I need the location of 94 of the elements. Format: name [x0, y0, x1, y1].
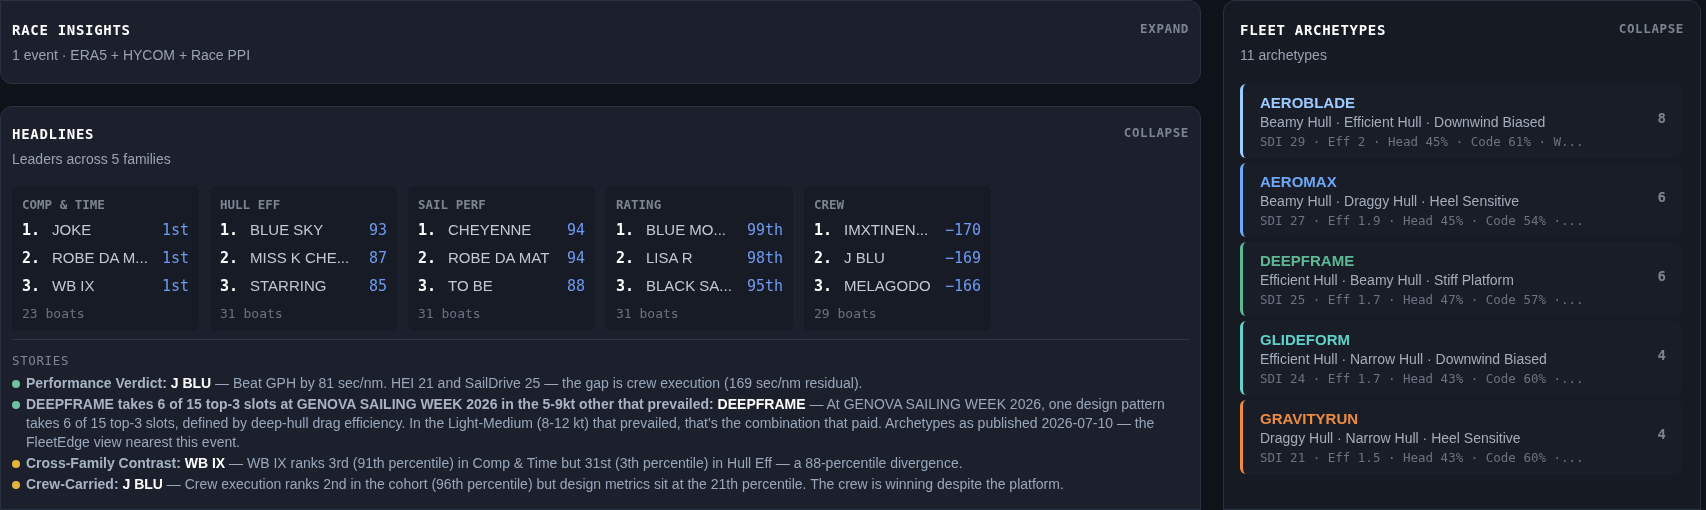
boat-count: 31 boats [418, 304, 482, 323]
archetype-metrics: SDI 27 · Eff 1.9 · Head 45% · Code 54% ·... [1260, 212, 1585, 230]
archetype-name: DEEPFRAME [1260, 251, 1356, 271]
rank-number: 1. [22, 220, 42, 241]
boat-name: WB IX [52, 276, 96, 296]
archetype-metrics: SDI 24 · Eff 1.7 · Head 43% · Code 60% ·... [1260, 370, 1585, 388]
rank-number: 1. [814, 220, 834, 241]
archetype-metrics: SDI 25 · Eff 1.7 · Head 47% · Code 57% ·... [1260, 291, 1585, 309]
archetype-count: 6 [1657, 267, 1666, 286]
leader-value: 1st [161, 276, 189, 297]
archetype-traits: Efficient Hull · Narrow Hull · Downwind Biased [1260, 350, 1548, 369]
archetype-metrics: SDI 29 · Eff 2 · Head 45% · Code 61% · W... [1260, 133, 1585, 151]
boat-name: CHEYENNE [448, 220, 533, 240]
section-subtitle: 1 event · ERA5 + HYCOM + Race PPI [12, 46, 251, 65]
toggle-button[interactable]: COLLAPSE [1618, 20, 1684, 39]
leader-value: 94 [566, 248, 585, 269]
leader-value: 1st [161, 248, 189, 269]
boat-count: 31 boats [616, 304, 680, 323]
family-title: HULL EFF [220, 196, 282, 214]
section-subtitle: 11 archetypes [1240, 46, 1328, 65]
rank-number: 2. [418, 248, 438, 269]
rank-number: 3. [22, 276, 42, 297]
boat-count: 31 boats [220, 304, 284, 323]
boat-name: STARRING [250, 276, 328, 296]
leader-value: 98th [746, 248, 783, 269]
boat-name: MISS K CHE... [250, 248, 351, 268]
archetype-name: AEROBLADE [1260, 93, 1356, 113]
boat-name: BLACK SA... [646, 276, 733, 296]
family-title: SAIL PERF [418, 196, 487, 214]
archetype-card[interactable]: GRAVITYRUN Draggy Hull · Narrow Hull · Heel Sensitive SDI 21 · Eff 1.5 · Head 43% · Code 60% ·... 4 [1240, 400, 1682, 474]
family-title: COMP & TIME [22, 196, 106, 214]
section-title: FLEET ARCHETYPES [1240, 21, 1387, 40]
section-title: RACE INSIGHTS [12, 21, 132, 40]
archetype-card[interactable]: GLIDEFORM Efficient Hull · Narrow Hull · Downwind Biased SDI 24 · Eff 1.7 · Head 43% · Code 60% ·... 4 [1240, 321, 1682, 395]
story-text: Crew-Carried: J BLU — Crew execution ranks 2nd in the cohort (96th percentile) but design metrics sit at the 21th percentile. The crew is winning despite the platform. [26, 475, 1064, 495]
boat-name: IMXTINEN... [844, 220, 930, 240]
archetype-traits: Beamy Hull · Efficient Hull · Downwind Biased [1260, 113, 1547, 132]
story-text: DEEPFRAME takes 6 of 15 top-3 slots at GENOVA SAILING WEEK 2026 in the 5-9kt other that prevailed: DEEPFRAME — At GENOVA SAILING WEEK 2026, one design pattern takes 6 of 15 top-3 slots, defined by deep-hull drag efficiency. In the Light-Medium (8-12 kt) that prevailed, that's the combination that paid. Archetypes as published 2026-07-10 — the FleetEdge view nearest this event. [26, 395, 1166, 453]
boat-name: ROBE DA MAT [448, 248, 551, 268]
archetype-traits: Draggy Hull · Narrow Hull · Heel Sensitive [1260, 429, 1522, 448]
archetype-count: 8 [1657, 109, 1666, 128]
archetype-count: 4 [1657, 425, 1666, 444]
archetype-metrics: SDI 21 · Eff 1.5 · Head 43% · Code 60% ·... [1260, 449, 1585, 467]
boat-name: LISA R [646, 248, 694, 268]
leader-value: 87 [368, 248, 387, 269]
leader-value: 94 [566, 220, 585, 241]
archetype-card[interactable]: AEROMAX Beamy Hull · Draggy Hull · Heel Sensitive SDI 27 · Eff 1.9 · Head 45% · Code 54% ·... 6 [1240, 163, 1682, 237]
rank-number: 3. [220, 276, 240, 297]
story-text: Cross-Family Contrast: WB IX — WB IX ranks 3rd (91th percentile) in Comp & Time but 31st (3th percentile) in Hull Eff — a 88-percentile divergence. [26, 454, 963, 474]
toggle-button[interactable]: COLLAPSE [1123, 124, 1189, 143]
boat-count: 23 boats [22, 304, 86, 323]
rank-number: 2. [814, 248, 834, 269]
archetype-name: AEROMAX [1260, 172, 1338, 192]
boat-name: MELAGODO [844, 276, 932, 296]
boat-name: JOKE [52, 220, 93, 240]
rank-number: 2. [616, 248, 636, 269]
boat-name: BLUE SKY [250, 220, 325, 240]
leader-value: −170 [944, 220, 981, 241]
rank-number: 1. [418, 220, 438, 241]
rank-number: 3. [418, 276, 438, 297]
rank-number: 1. [220, 220, 240, 241]
archetype-count: 6 [1657, 188, 1666, 207]
boat-name: BLUE MO... [646, 220, 728, 240]
section-title: HEADLINES [12, 125, 96, 144]
leader-value: 93 [368, 220, 387, 241]
rank-number: 1. [616, 220, 636, 241]
leader-value: −166 [944, 276, 981, 297]
archetype-traits: Efficient Hull · Beamy Hull · Stiff Platform [1260, 271, 1515, 290]
leader-value: 1st [161, 220, 189, 241]
rank-number: 3. [814, 276, 834, 297]
boat-count: 29 boats [814, 304, 878, 323]
archetype-traits: Beamy Hull · Draggy Hull · Heel Sensitive [1260, 192, 1521, 211]
archetype-card[interactable]: DEEPFRAME Efficient Hull · Beamy Hull · Stiff Platform SDI 25 · Eff 1.7 · Head 47% · Code 57% ·... 6 [1240, 242, 1682, 316]
leader-value: 95th [746, 276, 783, 297]
story-text: Performance Verdict: J BLU — Beat GPH by 81 sec/nm. HEI 21 and SailDrive 25 — the gap is crew execution (169 sec/nm residual). [26, 374, 863, 394]
family-title: CREW [814, 196, 846, 214]
rank-number: 2. [220, 248, 240, 269]
section-subtitle: Leaders across 5 families [12, 150, 171, 169]
boat-name: TO BE [448, 276, 494, 296]
leader-value: 85 [368, 276, 387, 297]
toggle-button[interactable]: EXPAND [1140, 20, 1189, 39]
leader-value: 99th [746, 220, 783, 241]
rank-number: 3. [616, 276, 636, 297]
archetype-name: GLIDEFORM [1260, 330, 1351, 350]
archetype-count: 4 [1657, 346, 1666, 365]
leader-value: −169 [944, 248, 981, 269]
boat-name: ROBE DA M... [52, 248, 149, 268]
boat-name: J BLU [844, 248, 886, 268]
rank-number: 2. [22, 248, 42, 269]
family-title: RATING [616, 196, 663, 214]
archetype-name: GRAVITYRUN [1260, 409, 1360, 429]
archetype-card[interactable]: AEROBLADE Beamy Hull · Efficient Hull · Downwind Biased SDI 29 · Eff 2 · Head 45% · Code 61% · W... 8 [1240, 84, 1682, 158]
leader-value: 88 [566, 276, 585, 297]
stories-title: STORIES [12, 353, 70, 369]
